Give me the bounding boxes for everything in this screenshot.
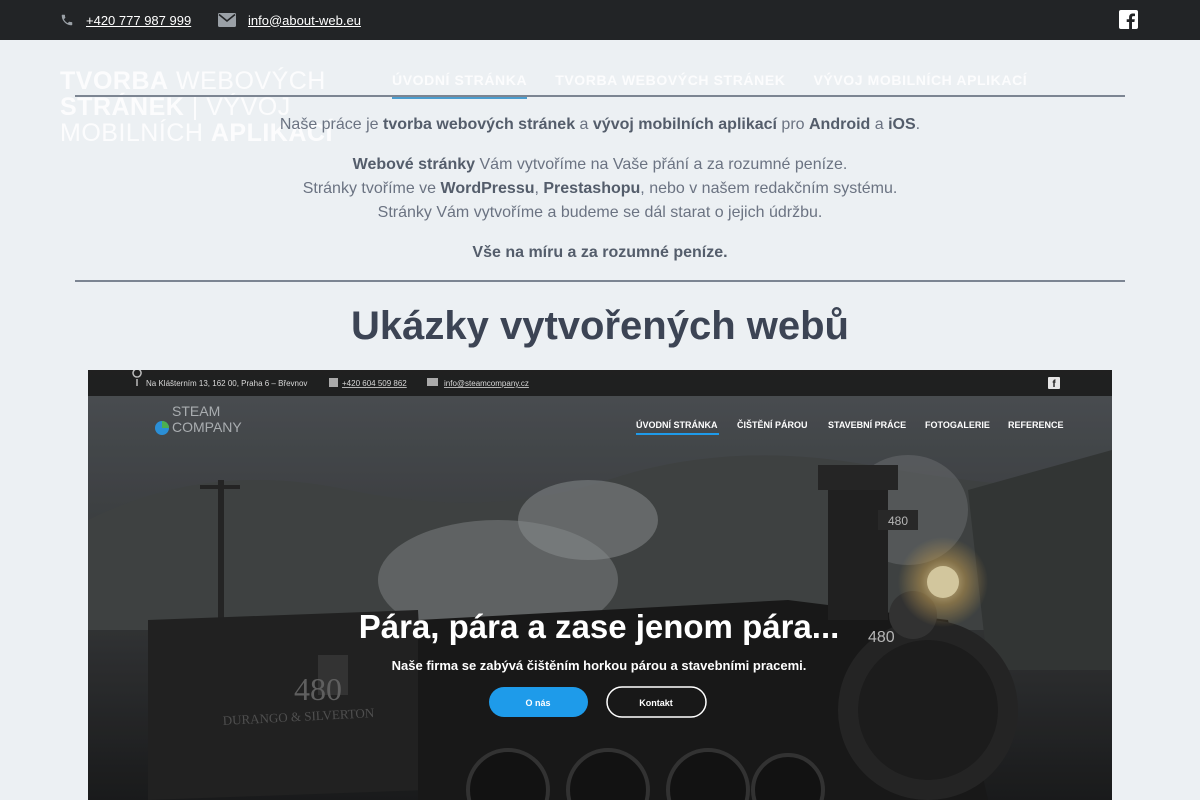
preview-about-button: O nás — [525, 698, 550, 708]
phone-link[interactable]: +420 777 987 999 — [86, 13, 191, 28]
emphasis: Vše na míru a za rozumné peníze. — [472, 244, 728, 261]
emphasis: Webové stránky — [352, 156, 476, 173]
text: Stránky tvoříme ve — [302, 180, 441, 197]
text: Naše práce je — [279, 116, 384, 133]
intro-paragraph-1: Naše práce je tvorba webových stránek a … — [100, 113, 1100, 137]
preview-logo-line1: STEAM — [172, 403, 220, 419]
phone-icon — [60, 13, 74, 27]
text: Stránky Vám vytvoříme a budeme se dál st… — [377, 204, 823, 221]
preview-nav-construction: STAVEBNÍ PRÁCE — [828, 420, 906, 430]
section-title: Ukázky vytvořených webů — [351, 304, 849, 348]
emphasis: iOS — [888, 116, 916, 133]
logo-word-webovych: WEBOVÝCH — [168, 67, 326, 95]
emphasis: tvorba webových stránek — [383, 116, 576, 133]
text: . — [915, 116, 921, 133]
emphasis: Prestashopu — [543, 180, 641, 197]
preview-subline: Naše firma se zabývá čištěním horkou pár… — [392, 658, 807, 673]
preview-nav-cleaning: ČIŠTĚNÍ PÁROU — [737, 419, 808, 430]
text: , nebo v našem redakčním systému. — [640, 180, 898, 197]
envelope-icon — [218, 13, 236, 27]
phone-contact[interactable]: +420 777 987 999 — [60, 0, 191, 40]
preview-contact-button: Kontakt — [639, 698, 673, 708]
text: a — [870, 116, 889, 133]
text: pro — [776, 116, 809, 133]
divider-top — [75, 95, 1125, 97]
emphasis: vývoj mobilních aplikací — [592, 116, 777, 133]
intro-paragraph-2: Webové stránky Vám vytvoříme na Vaše přá… — [100, 153, 1100, 225]
preview-nav-gallery: FOTOGALERIE — [925, 420, 990, 430]
preview-email: info@steamcompany.cz — [444, 379, 529, 388]
preview-phone: +420 604 509 862 — [342, 379, 407, 388]
intro-paragraph-3: Vše na míru a za rozumné peníze. — [100, 241, 1100, 265]
preview-nav-reference: REFERENCE — [1008, 420, 1064, 430]
showcase-website-preview[interactable]: 480 480 480 DURANGO & SILVERTON Na Klášt… — [88, 370, 1112, 800]
emphasis: Android — [808, 116, 871, 133]
text: Vám vytvoříme na Vaše přání a za rozumné… — [475, 156, 848, 173]
text: a — [575, 116, 593, 133]
emphasis: WordPressu — [440, 180, 535, 197]
top-bar: +420 777 987 999 info@about-web.eu — [0, 0, 1200, 40]
preview-nav-home: ÚVODNÍ STRÁNKA — [636, 419, 718, 430]
preview-logo-line2: COMPANY — [172, 419, 242, 435]
preview-headline: Pára, pára a zase jenom pára... — [359, 608, 840, 645]
email-link[interactable]: info@about-web.eu — [248, 13, 361, 28]
preview-address: Na Klášterním 13, 162 00, Praha 6 – Břev… — [146, 379, 307, 388]
divider-bottom — [75, 280, 1125, 282]
email-contact[interactable]: info@about-web.eu — [218, 0, 361, 40]
facebook-icon[interactable] — [1119, 10, 1138, 29]
logo-word-tvorba: TVORBA — [60, 67, 169, 95]
